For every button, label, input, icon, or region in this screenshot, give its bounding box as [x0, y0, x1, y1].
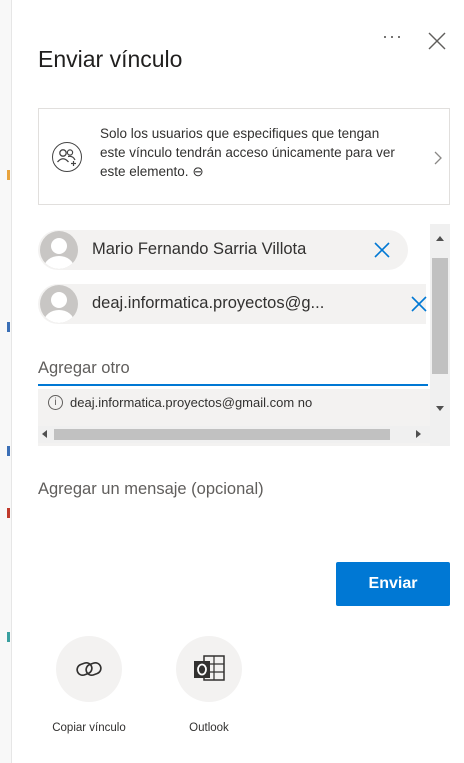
more-options-button[interactable]: ··· — [382, 26, 403, 47]
send-button[interactable]: Enviar — [336, 562, 450, 606]
outlook-option[interactable]: Outlook — [159, 636, 259, 734]
blocked-download-icon: ⊖ — [192, 164, 204, 179]
outlook-label: Outlook — [189, 722, 229, 734]
close-icon — [374, 242, 390, 258]
recipient-name: Mario Fernando Sarria Villota — [92, 240, 307, 258]
scroll-down-icon[interactable] — [436, 406, 444, 411]
suggestion-text: deaj.informatica.proyectos@gmail.com no — [70, 395, 313, 410]
message-field[interactable] — [38, 480, 448, 540]
horizontal-scrollbar[interactable] — [38, 426, 430, 443]
background-mark — [7, 322, 10, 332]
send-link-dialog: Enviar vínculo ··· Solo los usuarios que… — [14, 0, 464, 763]
avatar — [40, 285, 78, 323]
scrollbar-thumb[interactable] — [432, 258, 448, 374]
copy-link-button[interactable] — [56, 636, 122, 702]
scroll-left-icon[interactable] — [42, 430, 47, 438]
scroll-right-icon[interactable] — [416, 430, 421, 438]
outlook-button[interactable] — [176, 636, 242, 702]
scrollbar-thumb[interactable] — [54, 429, 390, 440]
add-recipient-input[interactable] — [38, 352, 428, 386]
background-mark — [7, 446, 10, 456]
close-button[interactable] — [426, 30, 448, 52]
close-icon — [411, 296, 427, 312]
suggestion-dropdown[interactable]: i deaj.informatica.proyectos@gmail.com n… — [38, 389, 430, 446]
background-page-edge — [0, 0, 12, 763]
copy-link-option[interactable]: Copiar vínculo — [39, 636, 139, 734]
close-icon — [428, 32, 446, 50]
recipient-pill[interactable]: Mario Fernando Sarria Villota — [38, 230, 408, 270]
permission-description: Solo los usuarios que especifiques que t… — [100, 124, 400, 181]
remove-recipient-button[interactable] — [373, 241, 391, 259]
remove-recipient-button[interactable] — [410, 295, 428, 313]
dialog-title: Enviar vínculo — [38, 46, 183, 72]
recipients-area: Mario Fernando Sarria Villota deaj.infor… — [38, 224, 450, 446]
people-icon — [52, 142, 82, 172]
info-icon: i — [48, 395, 63, 410]
permission-text: Solo los usuarios que especifiques que t… — [100, 126, 395, 179]
chevron-right-icon — [432, 151, 444, 165]
background-mark — [7, 632, 10, 642]
avatar — [40, 231, 78, 269]
copy-link-label: Copiar vínculo — [52, 722, 126, 734]
link-icon — [76, 662, 102, 676]
recipient-name: deaj.informatica.proyectos@g... — [92, 294, 325, 312]
scroll-up-icon[interactable] — [436, 236, 444, 241]
link-permission-settings[interactable]: Solo los usuarios que especifiques que t… — [38, 108, 450, 205]
outlook-icon — [194, 655, 225, 681]
background-mark — [7, 508, 10, 518]
recipient-pill[interactable]: deaj.informatica.proyectos@g... — [38, 284, 428, 324]
background-mark — [7, 170, 10, 180]
vertical-scrollbar[interactable] — [430, 224, 450, 446]
